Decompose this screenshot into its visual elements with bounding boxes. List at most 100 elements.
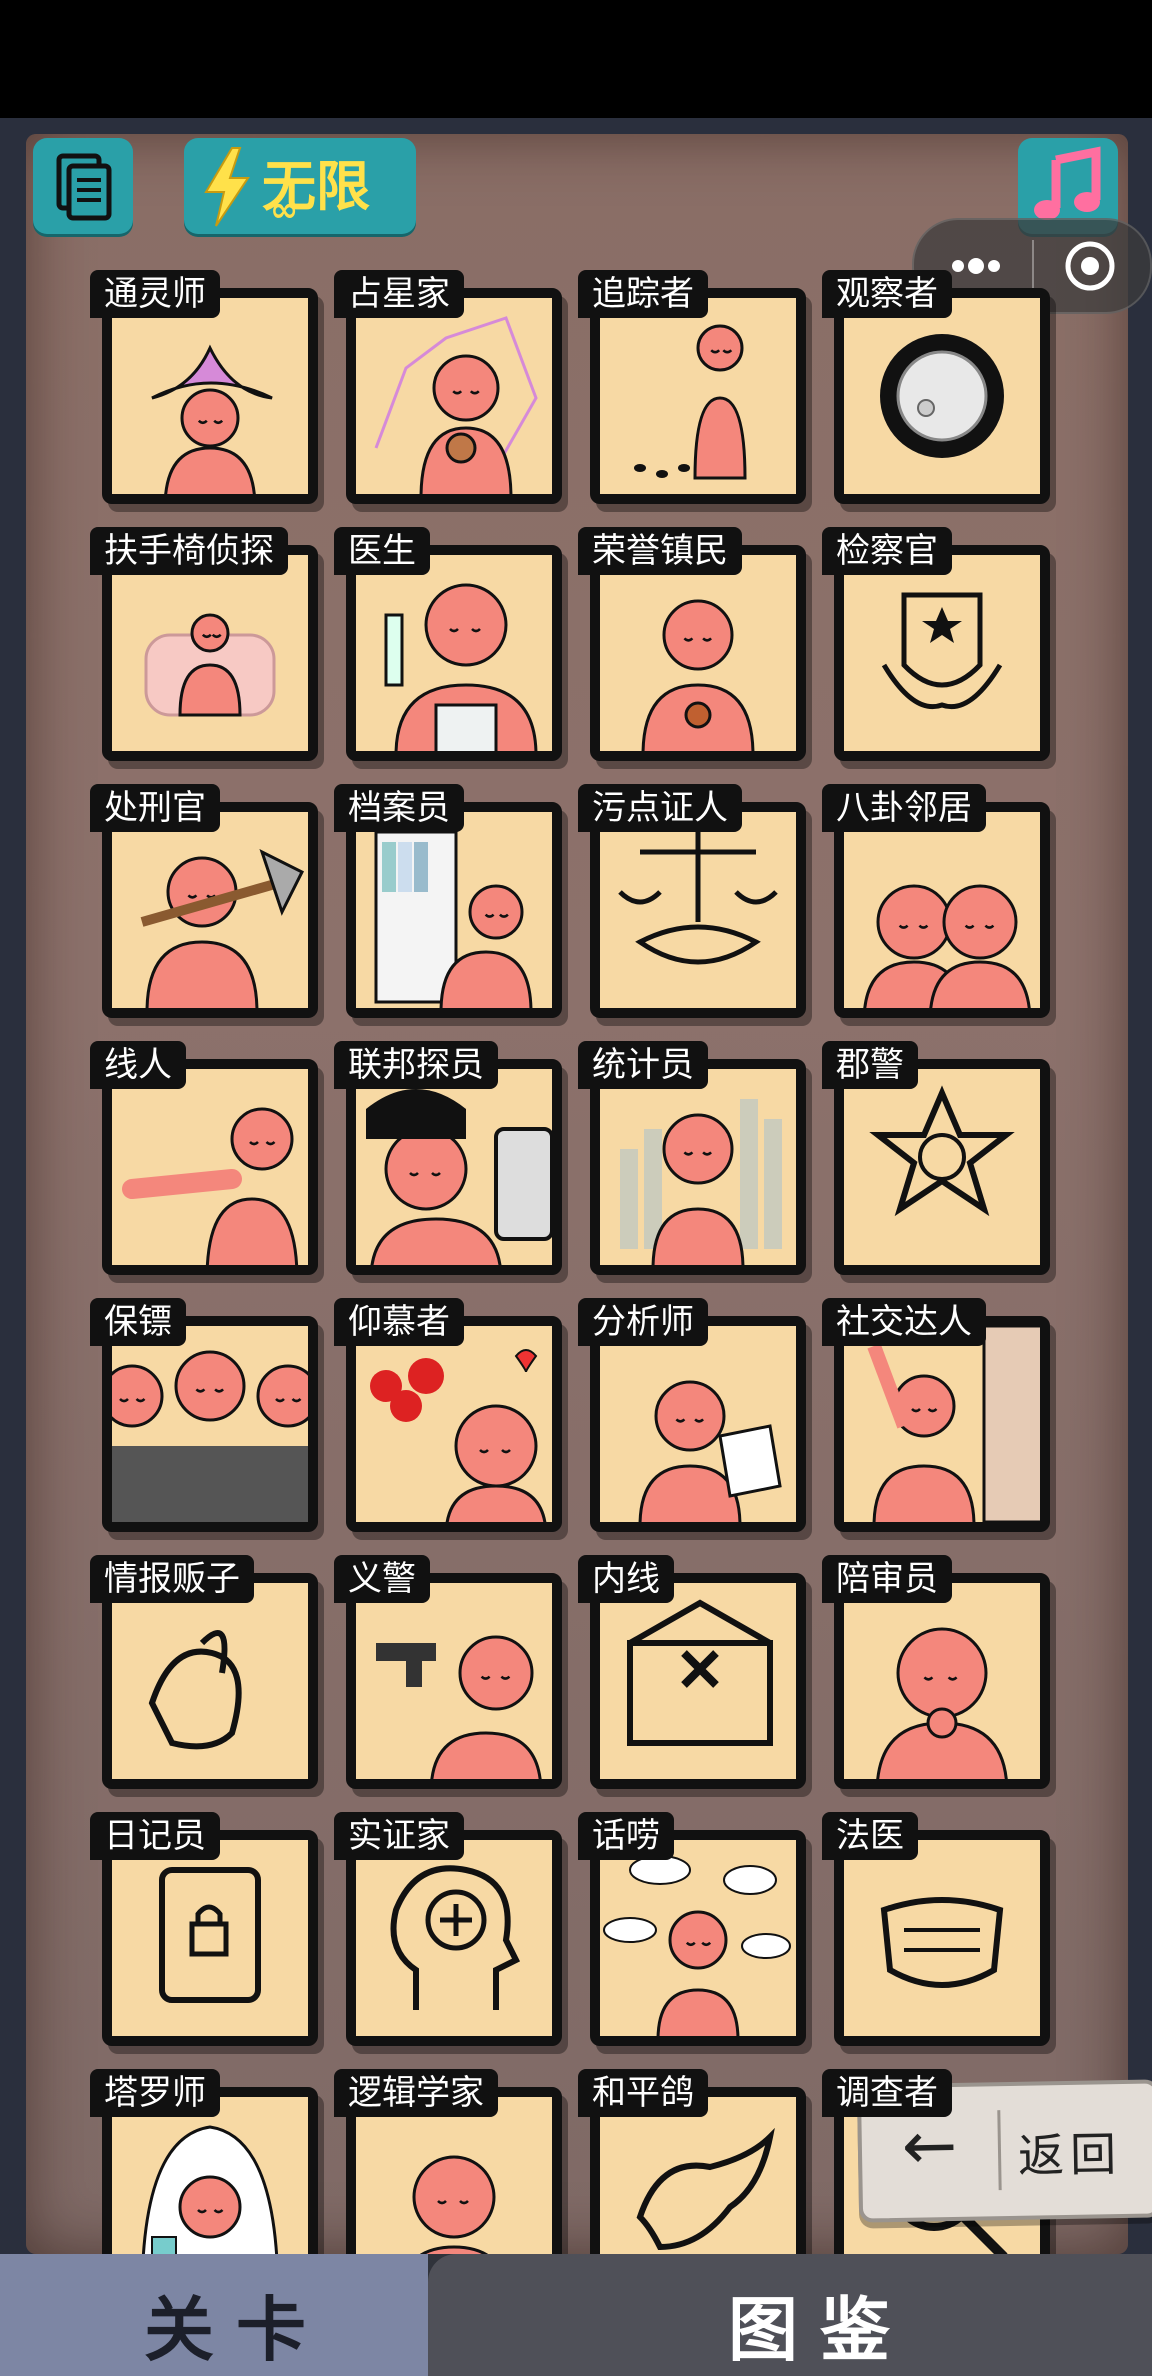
card-label: 八卦邻居 — [822, 784, 986, 832]
card-frame — [590, 545, 806, 761]
character-card[interactable]: 郡警 — [802, 1041, 1050, 1298]
character-card[interactable]: 检察官 — [802, 527, 1050, 784]
card-frame — [102, 288, 318, 504]
card-label: 实证家 — [334, 1812, 464, 1860]
card-label: 逻辑学家 — [334, 2069, 498, 2117]
card-label: 日记员 — [90, 1812, 220, 1860]
locked-diary-icon — [159, 1867, 261, 2003]
character-card[interactable]: 实证家 — [314, 1812, 562, 2069]
character-card[interactable]: 档案员 — [314, 784, 562, 1041]
character-card[interactable]: 通灵师 — [70, 270, 318, 527]
card-frame — [346, 1573, 562, 1789]
card-frame — [590, 288, 806, 504]
praying-icon — [876, 1627, 1008, 1779]
card-label: 占星家 — [334, 270, 464, 318]
character-card[interactable]: 义警 — [314, 1555, 562, 1812]
card-label: 调查者 — [822, 2069, 952, 2117]
card-label: 扶手椅侦探 — [90, 527, 288, 575]
hand-whisper-icon — [148, 1630, 242, 1750]
tab-levels[interactable]: 关卡 — [0, 2254, 428, 2376]
card-label: 义警 — [334, 1555, 430, 1603]
pointing-icon — [122, 1107, 299, 1265]
scales-handshake-icon — [618, 832, 778, 965]
character-card[interactable]: 线人 — [70, 1041, 318, 1298]
footprints-icon — [634, 324, 747, 480]
character-card[interactable]: 内线 — [558, 1555, 806, 1812]
envelope-x-icon — [627, 1599, 773, 1746]
card-label: 保镖 — [90, 1298, 186, 1346]
card-frame — [102, 545, 318, 761]
character-card[interactable]: 处刑官 — [70, 784, 318, 1041]
energy-infinite: ∞ — [270, 190, 299, 230]
card-label: 话唠 — [578, 1812, 674, 1860]
card-label: 社交达人 — [822, 1298, 986, 1346]
card-label: 线人 — [90, 1041, 186, 1089]
justice-emblem-icon — [881, 592, 1003, 710]
head-plus-icon — [390, 1865, 521, 2010]
card-frame — [346, 288, 562, 504]
character-card[interactable]: 荣誉镇民 — [558, 527, 806, 784]
character-card[interactable]: 社交达人 — [802, 1298, 1050, 1555]
axe-icon — [140, 849, 305, 1008]
card-label: 观察者 — [822, 270, 952, 318]
character-card[interactable]: 八卦邻居 — [802, 784, 1050, 1041]
card-frame — [346, 802, 562, 1018]
card-frame — [834, 1573, 1050, 1789]
character-card[interactable]: 统计员 — [558, 1041, 806, 1298]
cheering-icon — [867, 1326, 1040, 1522]
character-card[interactable]: 陪审员 — [802, 1555, 1050, 1812]
card-frame — [590, 1830, 806, 2046]
character-card[interactable]: 医生 — [314, 527, 562, 784]
card-label: 污点证人 — [578, 784, 742, 832]
documents-icon — [56, 153, 112, 221]
character-card[interactable]: 观察者 — [802, 270, 1050, 527]
character-card[interactable]: 分析师 — [558, 1298, 806, 1555]
card-frame — [346, 1059, 562, 1275]
character-grid: 通灵师 占星家 追踪者 观察者 扶手椅侦探 医生 荣誉镇民 检察官 处刑官 档案员 污… — [70, 270, 1050, 2326]
character-card[interactable]: 法医 — [802, 1812, 1050, 2069]
character-card[interactable]: 联邦探员 — [314, 1041, 562, 1298]
bookshelf-icon — [374, 830, 533, 1008]
card-frame — [102, 802, 318, 1018]
card-label: 塔罗师 — [90, 2069, 220, 2117]
bottom-tab-bar: 关卡 图鉴 — [0, 2254, 1152, 2376]
card-label: 联邦探员 — [334, 1041, 498, 1089]
character-card[interactable]: 仰慕者 — [314, 1298, 562, 1555]
card-label: 分析师 — [578, 1298, 708, 1346]
card-frame — [346, 1316, 562, 1532]
card-frame — [834, 1830, 1050, 2046]
character-card[interactable]: 扶手椅侦探 — [70, 527, 318, 784]
card-frame — [834, 1316, 1050, 1532]
card-label: 统计员 — [578, 1041, 708, 1089]
character-card[interactable]: 情报贩子 — [70, 1555, 318, 1812]
character-card[interactable]: 话唠 — [558, 1812, 806, 2069]
eye-icon — [880, 334, 1004, 458]
character-card[interactable]: 日记员 — [70, 1812, 318, 2069]
character-card[interactable]: 占星家 — [314, 270, 562, 527]
bar-chart-icon — [620, 1099, 782, 1265]
card-frame — [590, 1573, 806, 1789]
character-card[interactable]: 污点证人 — [558, 784, 806, 1041]
card-frame — [102, 1059, 318, 1275]
medal-icon — [641, 599, 755, 751]
tab-codex-label: 图鉴 — [728, 2289, 912, 2371]
card-label: 荣誉镇民 — [578, 527, 742, 575]
card-frame — [590, 1059, 806, 1275]
constellation-icon — [374, 316, 538, 494]
energy-button[interactable]: 无限 ∞ — [184, 138, 416, 234]
tab-codex[interactable]: 图鉴 — [428, 2254, 1152, 2376]
card-label: 追踪者 — [578, 270, 708, 318]
character-card[interactable]: 追踪者 — [558, 270, 806, 527]
character-card[interactable]: 保镖 — [70, 1298, 318, 1555]
card-label: 通灵师 — [90, 270, 220, 318]
back-label: 返回 — [1017, 2127, 1123, 2183]
card-frame — [102, 1573, 318, 1789]
status-bar — [0, 0, 1152, 118]
syringe-icon — [384, 583, 538, 751]
documents-button[interactable] — [33, 138, 133, 234]
card-label: 情报贩子 — [90, 1555, 254, 1603]
card-frame — [102, 1830, 318, 2046]
whisper-icon — [863, 884, 1031, 1008]
card-frame — [590, 1316, 806, 1532]
card-label: 内线 — [578, 1555, 674, 1603]
